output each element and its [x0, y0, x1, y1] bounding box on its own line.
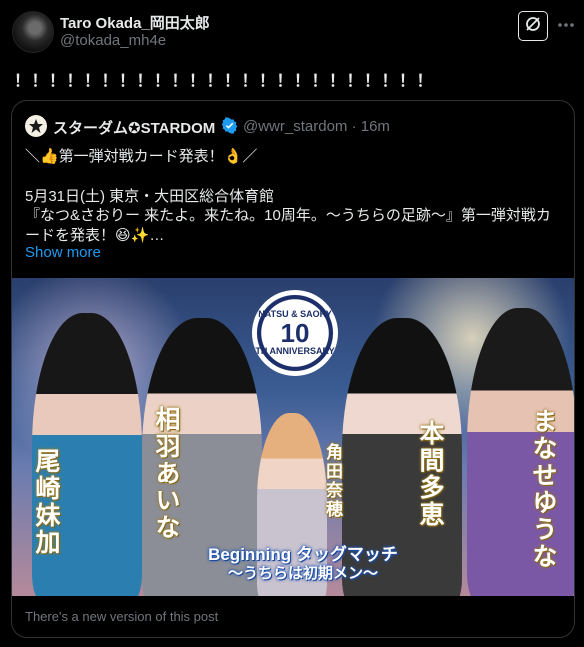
logo-number: 10	[280, 318, 310, 348]
grok-icon	[524, 15, 542, 38]
wrestler-name-2: 相羽あいな	[152, 406, 181, 541]
post-text: ！！！！！！！！！！！！！！！！！！！！！！！！	[14, 73, 435, 90]
event-subtitle: 〜うちらは初期メン〜	[227, 565, 378, 582]
quoted-text-line-3: 『なつ&さおりー 来たよ。来たね。10周年。〜うちらの足跡〜』第一弾対戦カードを…	[25, 207, 551, 244]
quoted-text-line-2: 5月31日(土) 東京・大田区総合体育館	[25, 188, 275, 205]
new-version-note[interactable]: There's a new version of this post	[25, 609, 218, 624]
show-more-link[interactable]: Show more	[25, 244, 101, 261]
wrestler-name-4: 本間多恵	[416, 420, 445, 528]
wrestler-name-5: まなせゆうな	[529, 408, 558, 570]
verified-badge-icon	[221, 117, 238, 134]
more-button[interactable]	[556, 14, 576, 34]
quoted-avatar[interactable]	[25, 115, 47, 137]
wrestler-name-1: 尾崎妹加	[32, 448, 61, 556]
logo-bottom-text: TH ANNIVERSARY	[255, 346, 335, 356]
wrestler-name-3: 角田奈穂	[322, 443, 342, 519]
quoted-author-name[interactable]: スターダム✪STARDOM	[53, 117, 215, 138]
quoted-media-image[interactable]: NATSU & SAORY 10 TH ANNIVERSARY 尾崎妹加 相羽あ…	[12, 278, 574, 596]
quoted-post[interactable]: スターダム✪STARDOM @wwr_stardom · 16m ＼👍第一弾対戦…	[11, 100, 575, 638]
more-icon	[557, 15, 575, 33]
quoted-author-handle[interactable]: @wwr_stardom · 16m	[243, 118, 390, 135]
author-name[interactable]: Taro Okada_岡田太郎	[60, 12, 210, 33]
star-logo-icon	[29, 119, 43, 133]
anniversary-logo: NATSU & SAORY 10 TH ANNIVERSARY	[252, 290, 338, 376]
author-handle[interactable]: @tokada_mh4e	[60, 32, 166, 49]
author-avatar[interactable]	[12, 11, 54, 53]
grok-button[interactable]	[518, 11, 548, 41]
quoted-text-line-1: ＼👍第一弾対戦カード発表！👌／	[25, 148, 258, 165]
